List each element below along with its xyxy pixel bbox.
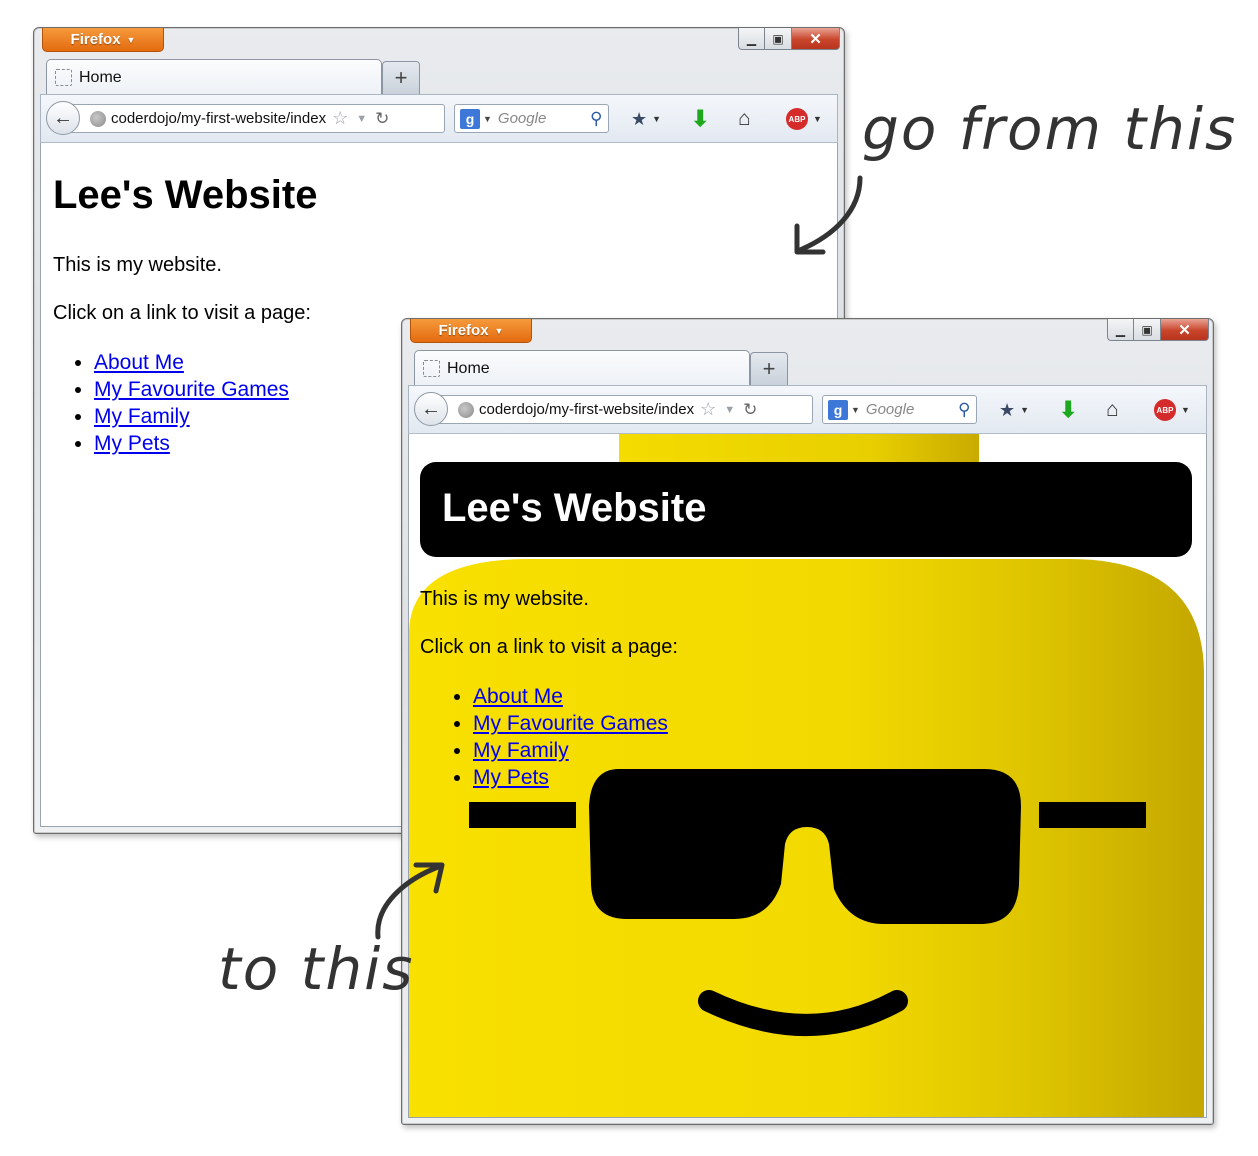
left-eyebrow <box>469 802 576 828</box>
search-box[interactable]: g ▼ Google ⚲ <box>454 104 609 133</box>
close-icon[interactable]: ✕ <box>1161 319 1209 341</box>
firefox-menu-button[interactable]: Firefox ▼ <box>42 28 164 52</box>
intro-text: This is my website. <box>420 588 589 610</box>
adblock-button[interactable]: ABP ▼ <box>1154 396 1190 424</box>
bookmarks-icon: ★ <box>999 399 1016 420</box>
search-icon[interactable]: ⚲ <box>958 400 970 420</box>
page-title: Lee's Website <box>53 173 318 217</box>
list-item: My Pets <box>94 430 289 457</box>
link-list: About Me My Favourite Games My Family My… <box>53 349 289 457</box>
home-icon[interactable]: ⌂ <box>1106 396 1119 424</box>
window-controls: ▁ ▣ ✕ <box>738 28 840 50</box>
star-icon[interactable]: ☆ <box>332 108 348 129</box>
firefox-menu-button[interactable]: Firefox ▼ <box>410 319 532 343</box>
firefox-menu-label: Firefox <box>70 31 121 48</box>
list-item: My Pets <box>473 764 668 791</box>
reload-icon[interactable]: ↻ <box>743 400 757 420</box>
page-icon <box>55 69 72 86</box>
list-item: My Family <box>473 737 668 764</box>
bookmarks-button[interactable]: ★ ▼ <box>999 396 1029 424</box>
adblock-icon: ABP <box>1154 399 1176 421</box>
navigation-toolbar: ← coderdojo/my-first-website/index ☆ ▼ ↻… <box>408 385 1207 434</box>
tab-home[interactable]: Home <box>414 350 750 386</box>
page-icon <box>423 360 440 377</box>
link-list: About Me My Favourite Games My Family My… <box>420 683 668 791</box>
address-bar[interactable]: coderdojo/my-first-website/index ☆ ▼ ↻ <box>65 104 445 133</box>
tab-home[interactable]: Home <box>46 59 382 95</box>
minimize-icon[interactable]: ▁ <box>1107 319 1134 341</box>
list-item: About Me <box>473 683 668 710</box>
link-my-favourite-games[interactable]: My Favourite Games <box>94 378 289 401</box>
annotation-to-this: to this <box>218 935 415 1003</box>
search-icon[interactable]: ⚲ <box>590 109 602 129</box>
tab-title: Home <box>79 68 122 86</box>
intro-text: This is my website. <box>53 254 222 276</box>
back-arrow-icon[interactable]: ← <box>46 101 80 135</box>
chevron-down-icon: ▼ <box>652 114 662 124</box>
page-content-after: Lee's Website This is my website. Click … <box>408 434 1207 1118</box>
chevron-down-icon[interactable]: ▼ <box>356 113 367 125</box>
link-my-family[interactable]: My Family <box>94 405 190 428</box>
list-item: About Me <box>94 349 289 376</box>
page-title: Lee's Website <box>442 486 707 530</box>
right-eyebrow <box>1039 802 1146 828</box>
link-my-family[interactable]: My Family <box>473 739 569 762</box>
tab-title: Home <box>447 359 490 377</box>
new-tab-button[interactable]: + <box>750 352 788 385</box>
bookmarks-button[interactable]: ★ ▼ <box>631 105 661 133</box>
link-my-pets[interactable]: My Pets <box>473 766 549 789</box>
url-text: coderdojo/my-first-website/index <box>479 401 695 418</box>
maximize-icon[interactable]: ▣ <box>765 28 792 50</box>
chevron-down-icon: ▼ <box>126 34 136 45</box>
chevron-down-icon: ▼ <box>813 114 822 124</box>
chevron-down-icon: ▼ <box>483 113 492 124</box>
list-item: My Favourite Games <box>94 376 289 403</box>
download-icon[interactable]: ⬇ <box>691 105 709 133</box>
site-header: Lee's Website <box>420 462 1192 557</box>
search-placeholder: Google <box>865 401 915 418</box>
adblock-icon: ABP <box>786 108 808 130</box>
bookmarks-icon: ★ <box>631 108 648 129</box>
url-text: coderdojo/my-first-website/index <box>111 110 327 127</box>
browser-window-after: Firefox ▼ ▁ ▣ ✕ Home + ← coderdojo/my-fi… <box>401 318 1214 1125</box>
list-item: My Family <box>94 403 289 430</box>
download-icon[interactable]: ⬇ <box>1059 396 1077 424</box>
chevron-down-icon: ▼ <box>494 325 504 336</box>
link-my-pets[interactable]: My Pets <box>94 432 170 455</box>
globe-icon <box>90 110 106 127</box>
annotation-go-from-this: go from this <box>862 95 1238 163</box>
adblock-button[interactable]: ABP ▼ <box>786 105 822 133</box>
close-icon[interactable]: ✕ <box>792 28 840 50</box>
chevron-down-icon[interactable]: ▼ <box>724 404 735 416</box>
prompt-text: Click on a link to visit a page: <box>53 302 311 324</box>
annotation-arrow-top <box>794 175 863 255</box>
firefox-menu-label: Firefox <box>438 322 489 339</box>
reload-icon[interactable]: ↻ <box>375 109 389 129</box>
prompt-text: Click on a link to visit a page: <box>420 636 678 658</box>
minimize-icon[interactable]: ▁ <box>738 28 765 50</box>
maximize-icon[interactable]: ▣ <box>1134 319 1161 341</box>
chevron-down-icon: ▼ <box>1181 405 1190 415</box>
navigation-toolbar: ← coderdojo/my-first-website/index ☆ ▼ ↻… <box>40 94 838 143</box>
plus-icon: + <box>394 65 408 90</box>
chevron-down-icon: ▼ <box>851 404 860 415</box>
address-bar[interactable]: coderdojo/my-first-website/index ☆ ▼ ↻ <box>433 395 813 424</box>
search-box[interactable]: g ▼ Google ⚲ <box>822 395 977 424</box>
list-item: My Favourite Games <box>473 710 668 737</box>
star-icon[interactable]: ☆ <box>700 399 716 420</box>
back-arrow-icon[interactable]: ← <box>414 392 448 426</box>
annotation-arrow-bottom <box>375 862 445 940</box>
search-placeholder: Google <box>497 110 547 127</box>
google-icon[interactable]: g <box>460 108 480 129</box>
window-controls: ▁ ▣ ✕ <box>1107 319 1209 341</box>
plus-icon: + <box>762 356 776 381</box>
link-about-me[interactable]: About Me <box>473 685 563 708</box>
home-icon[interactable]: ⌂ <box>738 105 751 133</box>
link-my-favourite-games[interactable]: My Favourite Games <box>473 712 668 735</box>
new-tab-button[interactable]: + <box>382 61 420 94</box>
google-icon[interactable]: g <box>828 399 848 420</box>
chevron-down-icon: ▼ <box>1020 405 1030 415</box>
link-about-me[interactable]: About Me <box>94 351 184 374</box>
globe-icon <box>458 401 474 418</box>
